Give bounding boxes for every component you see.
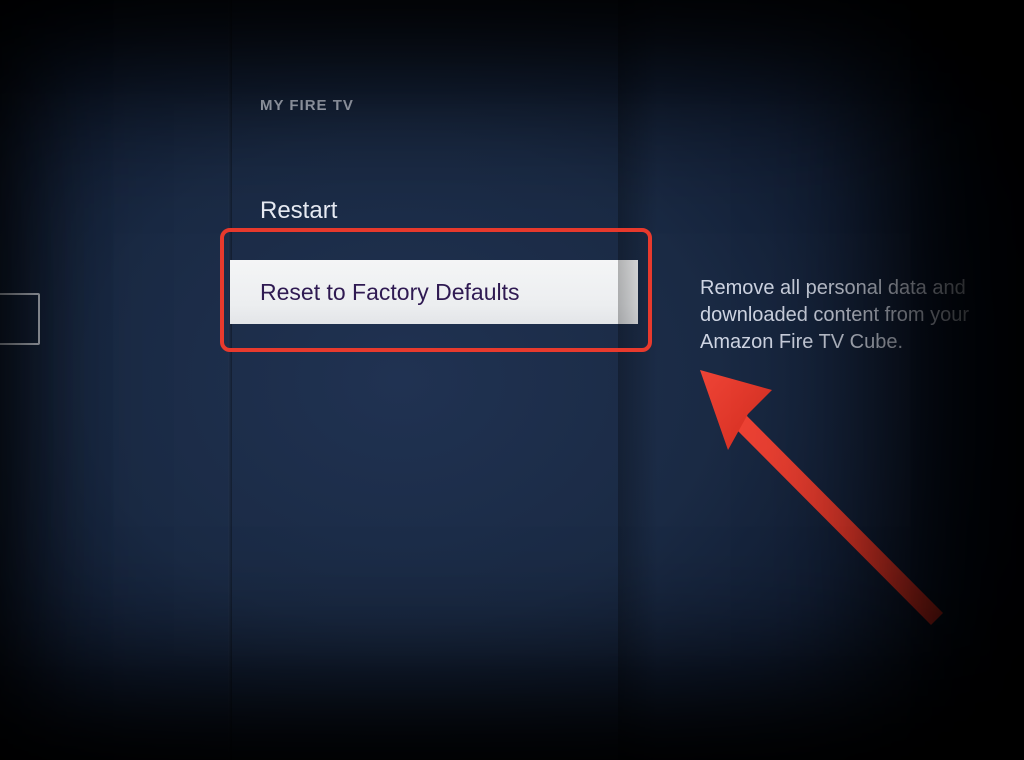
menu-item-label: Reset to Factory Defaults (260, 279, 520, 306)
previous-menu-focus-outline (0, 293, 40, 345)
item-description: Remove all personal data and downloaded … (700, 275, 1000, 356)
column-shadow (618, 0, 658, 760)
section-title: MY FIRE TV (260, 97, 354, 114)
menu-column: MY FIRE TV Restart Reset to Factory Defa… (230, 0, 638, 760)
settings-screen: e TV MY FIRE TV Restart Reset to Factory… (0, 0, 1024, 760)
previous-menu-column: e TV (0, 0, 230, 760)
annotation-arrow-icon (690, 360, 950, 640)
menu-item-restart[interactable]: Restart (260, 197, 337, 225)
menu-item-reset-to-factory-defaults[interactable]: Reset to Factory Defaults (230, 260, 638, 324)
